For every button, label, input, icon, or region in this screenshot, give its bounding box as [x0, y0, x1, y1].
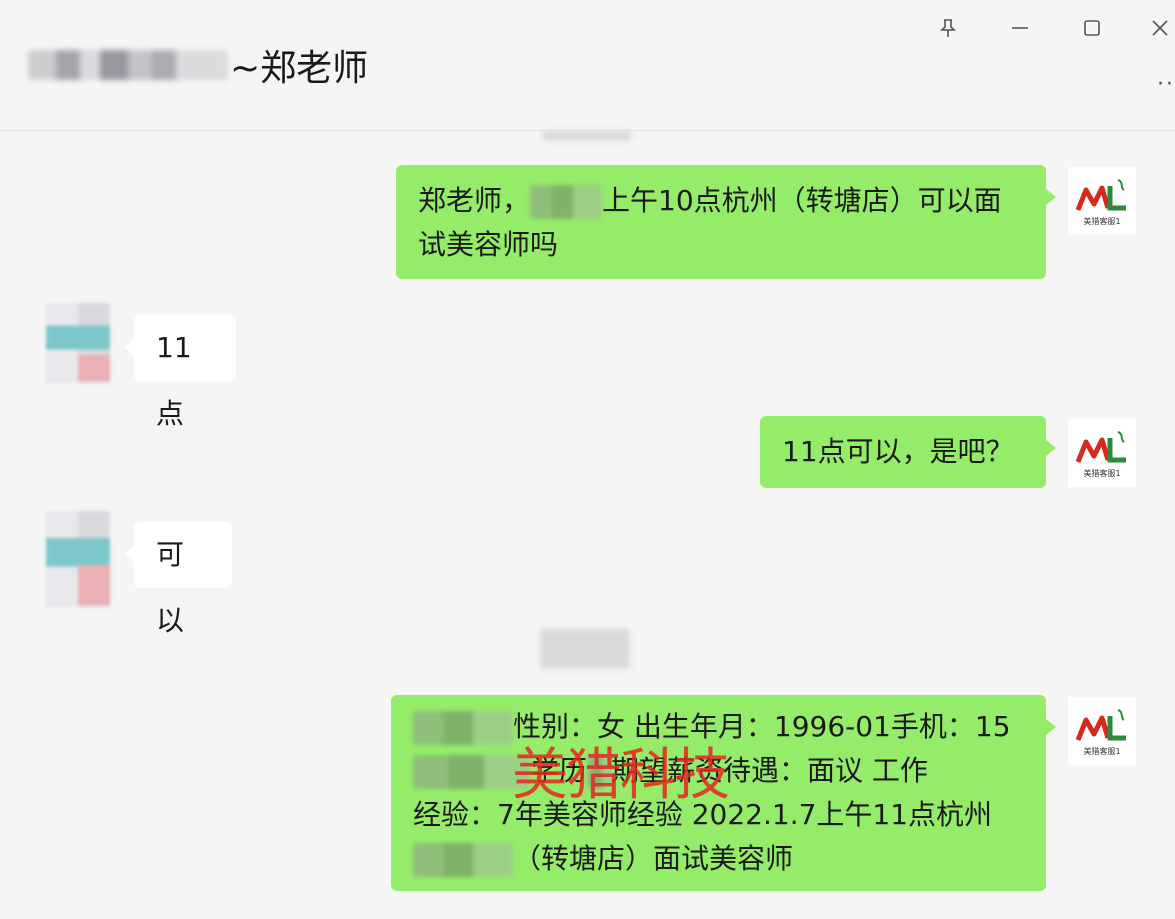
- message-bubble-out[interactable]: 11点可以，是吧？: [760, 416, 1056, 488]
- maximize-button[interactable]: [1078, 14, 1106, 42]
- timestamp-redacted: [540, 629, 630, 669]
- message-text: 11点: [156, 331, 192, 430]
- my-avatar[interactable]: 美猎客服1: [1068, 697, 1136, 765]
- message-text: 上午10点杭州（转塘店）可以面: [602, 184, 1002, 217]
- message-text: （转塘店）面试美容师: [513, 842, 794, 875]
- ml-logo-icon: [1075, 709, 1126, 741]
- message-bubble-in[interactable]: 11点: [124, 315, 236, 430]
- message-text: 11点可以，是吧？: [782, 435, 1014, 468]
- redacted-store: [413, 843, 513, 877]
- more-options-icon[interactable]: ··: [1157, 72, 1175, 97]
- avatar-brand-text: 美猎客服1: [1083, 747, 1121, 756]
- message-bubble-in[interactable]: 可以: [124, 522, 232, 637]
- redacted-name: [413, 711, 513, 745]
- message-bubble-out[interactable]: 郑老师， 上午10点杭州（转塘店）可以面 试美容师吗: [396, 165, 1056, 279]
- ml-logo-icon: [1075, 179, 1126, 211]
- message-text: 可以: [156, 538, 185, 637]
- watermark-text: 美猎科技: [512, 743, 730, 808]
- close-button[interactable]: [1146, 14, 1174, 42]
- minimize-button[interactable]: [1006, 14, 1034, 42]
- timestamp-redacted: [542, 131, 632, 141]
- message-text: 试美容师吗: [418, 228, 559, 261]
- chat-header: ~郑老师 ··: [0, 0, 1175, 131]
- my-avatar[interactable]: 美猎客服1: [1068, 167, 1136, 235]
- my-avatar[interactable]: 美猎客服1: [1068, 419, 1136, 487]
- chat-title-wrap: ~郑老师: [28, 40, 368, 90]
- avatar-brand-text: 美猎客服1: [1083, 217, 1121, 226]
- message-line: （转塘店）面试美容师: [413, 837, 1026, 881]
- ml-logo-icon: [1075, 431, 1126, 463]
- redacted-date: [530, 185, 603, 219]
- avatar-brand-text: 美猎客服1: [1083, 469, 1121, 478]
- chat-title: ~郑老师: [230, 48, 369, 89]
- message-line: 郑老师， 上午10点杭州（转塘店）可以面: [418, 179, 1024, 223]
- redacted-title-prefix: [28, 50, 228, 80]
- contact-avatar[interactable]: [46, 303, 110, 383]
- contact-avatar[interactable]: [46, 511, 110, 607]
- message-text: 郑老师，: [418, 184, 531, 217]
- pin-icon[interactable]: [934, 14, 962, 42]
